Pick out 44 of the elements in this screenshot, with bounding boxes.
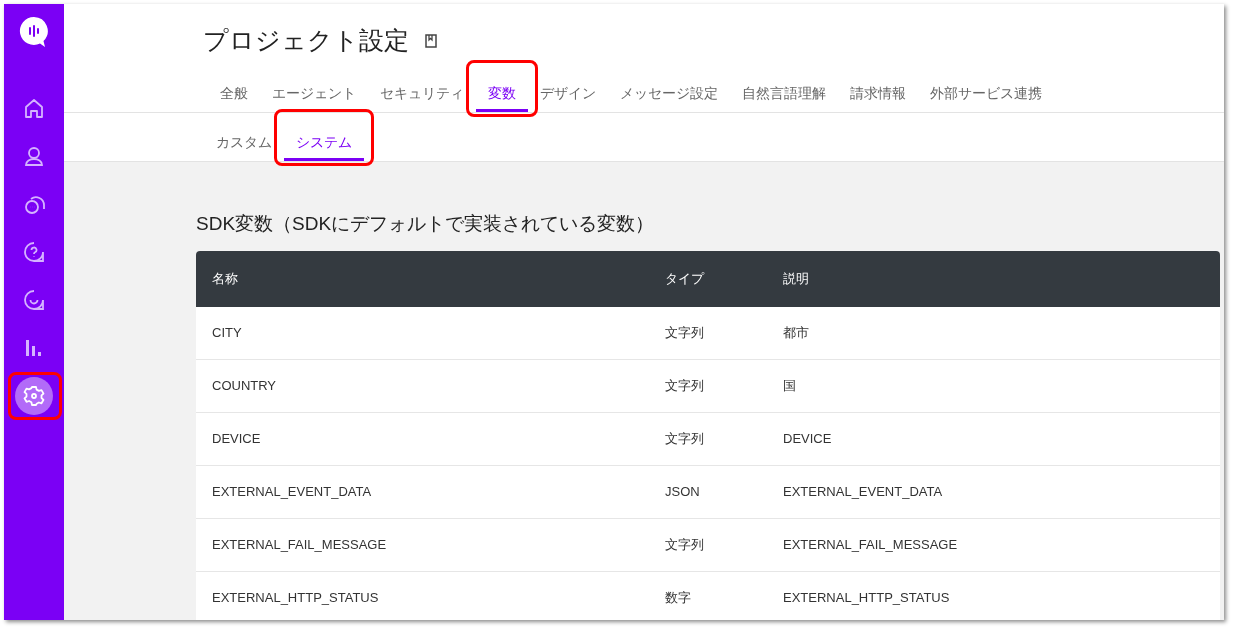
chat-bubbles-icon — [23, 193, 45, 215]
table-cell-text: 文字列 — [664, 376, 705, 395]
book-icon — [425, 34, 437, 48]
tab[interactable]: 全般 — [208, 64, 260, 112]
tab[interactable]: 外部サービス連携 — [918, 64, 1054, 112]
help-icon — [23, 241, 45, 263]
tab[interactable]: 変数 — [476, 64, 528, 112]
tab[interactable]: 請求情報 — [838, 64, 918, 112]
table-cell-text: EXTERNAL_EVENT_DATA — [782, 482, 944, 501]
table-cell-text: COUNTRY — [211, 376, 278, 395]
table-cell-text: 国 — [782, 376, 797, 395]
tab[interactable]: デザイン — [528, 64, 608, 112]
tab[interactable]: エージェント — [260, 64, 368, 112]
table-cell-text: 数字 — [664, 588, 692, 607]
table-cell-text: EXTERNAL_EVENT_DATA — [211, 482, 373, 501]
column-header: 名称 — [211, 269, 239, 288]
table-cell-text: DEVICE — [211, 429, 262, 448]
table-cell-text: 文字列 — [664, 429, 705, 448]
table-cell-text: EXTERNAL_FAIL_MESSAGE — [782, 535, 959, 554]
smile-bubble-icon — [23, 289, 45, 311]
table-cell-text: EXTERNAL_HTTP_STATUS — [782, 588, 951, 607]
tab[interactable]: メッセージ設定 — [608, 64, 730, 112]
table-cell-text: EXTERNAL_FAIL_MESSAGE — [211, 535, 388, 554]
table-cell-text: DEVICE — [782, 429, 833, 448]
table-cell-text: EXTERNAL_HTTP_STATUS — [211, 588, 380, 607]
table-cell-text: 都市 — [782, 323, 810, 342]
tab[interactable]: セキュリティ — [368, 64, 476, 112]
page-title: プロジェクト設定 — [203, 25, 409, 57]
tab[interactable]: システム — [284, 113, 364, 161]
person-icon — [23, 145, 45, 167]
sidebar-item[interactable] — [15, 377, 53, 415]
tab[interactable]: 自然言語理解 — [730, 64, 838, 112]
table-cell-text: CITY — [211, 323, 243, 342]
section-title: SDK変数（SDKにデフォルトで実装されている変数） — [196, 212, 656, 236]
table-cell-text: JSON — [664, 482, 701, 501]
column-header: タイプ — [664, 269, 706, 288]
home-icon — [23, 97, 45, 119]
tab[interactable]: カスタム — [204, 113, 284, 161]
table-cell-text: 文字列 — [664, 535, 705, 554]
table-cell-text: 文字列 — [664, 323, 705, 342]
settings-icon — [23, 385, 45, 407]
bar-chart-icon — [24, 338, 44, 358]
chat-bubble-logo-icon[interactable] — [19, 16, 49, 48]
column-header: 説明 — [782, 269, 810, 288]
